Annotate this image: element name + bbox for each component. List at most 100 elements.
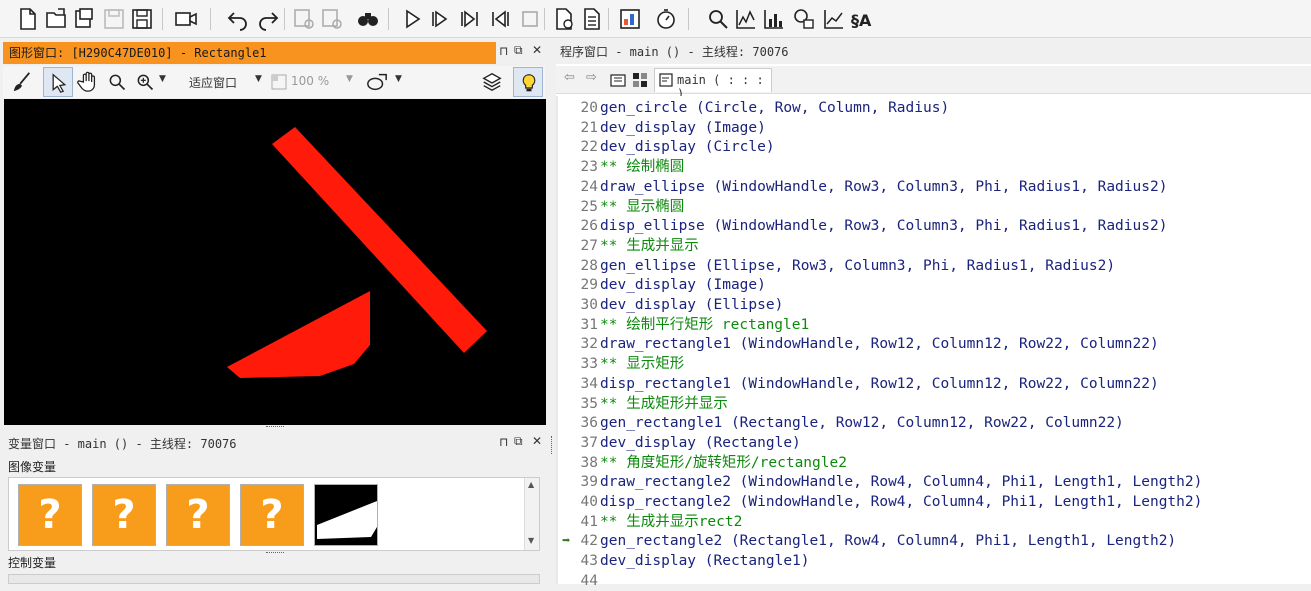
code-line[interactable]: 33 ** 显示矩形 xyxy=(556,354,1311,374)
close-icon[interactable]: ✕ xyxy=(532,434,542,448)
code-line[interactable]: 22 dev_display (Circle) xyxy=(556,137,1311,157)
code-comment: ** 角度矩形/旋转矩形/rectangle2 xyxy=(600,454,847,471)
splitter-handle[interactable] xyxy=(266,552,284,555)
search-icon[interactable] xyxy=(706,7,730,31)
vertical-splitter[interactable] xyxy=(548,40,556,584)
program-window: 程序窗口 - main () - 主线程: 70076 ⇦ ⇨ main ( :… xyxy=(556,40,1311,589)
save-icon[interactable] xyxy=(130,7,154,31)
back-arrow-icon[interactable]: ⇦ xyxy=(564,70,575,85)
histogram-icon[interactable] xyxy=(734,7,758,31)
unknown-image-icon: ? xyxy=(112,492,136,538)
line-number: 32 xyxy=(580,336,598,353)
code-line[interactable]: 28 gen_ellipse (Ellipse, Row3, Column3, P… xyxy=(556,256,1311,276)
code-statement: draw_ellipse (WindowHandle, Row3, Column… xyxy=(600,178,1168,195)
list-icon[interactable] xyxy=(580,7,604,31)
graphics-icon[interactable] xyxy=(618,7,642,31)
line-number: 39 xyxy=(580,474,598,491)
step-over-icon[interactable] xyxy=(458,7,482,31)
zoom-percent-field[interactable]: 100 % xyxy=(291,74,329,88)
open-program-icon[interactable] xyxy=(72,7,96,31)
float-icon[interactable]: ⧉ xyxy=(514,434,523,449)
image-vars-scrollbar[interactable]: ▲ ▼ xyxy=(524,478,539,550)
redo-icon[interactable] xyxy=(256,7,280,31)
code-line[interactable]: 31 ** 绘制平行矩形 rectangle1 xyxy=(556,315,1311,335)
code-line[interactable]: 26 disp_ellipse (WindowHandle, Row3, Colu… xyxy=(556,216,1311,236)
code-comment: ** 生成并显示rect2 xyxy=(600,513,743,530)
fit-window-button[interactable]: 适应窗口 xyxy=(189,74,237,91)
undo-icon[interactable] xyxy=(226,7,250,31)
text-icon[interactable]: §A xyxy=(850,7,874,31)
forward-arrow-icon[interactable]: ⇨ xyxy=(586,70,597,85)
code-line[interactable]: 44 xyxy=(556,571,1311,591)
code-line[interactable]: 21 dev_display (Image) xyxy=(556,118,1311,138)
code-statement: dev_display (Image) xyxy=(600,277,766,294)
record-icon[interactable] xyxy=(174,7,198,31)
bar-chart-icon[interactable] xyxy=(762,7,786,31)
code-line[interactable]: 24 draw_ellipse (WindowHandle, Row3, Colu… xyxy=(556,177,1311,197)
code-line[interactable]: 34 disp_rectangle1 (WindowHandle, Row12, … xyxy=(556,374,1311,394)
splitter-handle[interactable] xyxy=(266,426,284,429)
hand-pan-icon[interactable] xyxy=(77,70,99,94)
code-line[interactable]: 37 dev_display (Rectangle) xyxy=(556,433,1311,453)
code-line[interactable]: 25 ** 显示椭圆 xyxy=(556,197,1311,217)
pin-icon[interactable]: ⊓ xyxy=(499,44,508,58)
run-icon[interactable] xyxy=(400,7,424,31)
graphics-toolbar: ▼ 适应窗口 ▼ 100 % ▼ ▼ xyxy=(3,66,545,98)
timer-icon[interactable] xyxy=(654,7,678,31)
lightbulb-button[interactable] xyxy=(513,67,543,97)
image-var-thumb[interactable]: ? xyxy=(92,484,156,546)
image-var-thumb[interactable]: ? xyxy=(166,484,230,546)
insert-icon[interactable] xyxy=(552,7,576,31)
image-var-thumb[interactable]: ? xyxy=(18,484,82,546)
line-number: 42 xyxy=(580,533,598,550)
code-editor[interactable]: 20 gen_circle (Circle, Row, Column, Radiu… xyxy=(556,96,1311,589)
close-icon[interactable]: ✕ xyxy=(532,43,542,57)
graphics-canvas[interactable] xyxy=(4,99,546,425)
layers-icon[interactable] xyxy=(481,70,503,94)
features-icon[interactable] xyxy=(792,7,816,31)
code-line[interactable]: 27 ** 生成并显示 xyxy=(556,236,1311,256)
clear-brush-icon[interactable] xyxy=(11,71,33,93)
draw-shape-dropdown-icon[interactable]: ▼ xyxy=(395,74,402,84)
float-icon[interactable]: ⧉ xyxy=(514,43,523,58)
code-line[interactable]: 35 ** 生成矩形并显示 xyxy=(556,394,1311,414)
procedure-icon xyxy=(659,73,673,87)
code-line[interactable]: 36 gen_rectangle1 (Rectangle, Row12, Colu… xyxy=(556,413,1311,433)
fit-window-dropdown-icon[interactable]: ▼ xyxy=(255,74,262,84)
procedure-grid-icon[interactable] xyxy=(632,72,648,88)
image-var-thumb-region[interactable] xyxy=(314,484,378,546)
step-icon[interactable] xyxy=(428,7,452,31)
image-var-thumb[interactable]: ? xyxy=(240,484,304,546)
scroll-down-icon[interactable]: ▼ xyxy=(528,536,534,545)
program-toolbar: ⇦ ⇨ main ( : : : ) xyxy=(556,66,1311,101)
code-statement: gen_rectangle2 (Rectangle1, Row4, Column… xyxy=(600,533,1177,550)
code-line[interactable]: ➡ 42 gen_rectangle2 (Rectangle1, Row4, Col… xyxy=(556,531,1311,551)
line-chart-icon[interactable] xyxy=(822,7,846,31)
zoom-dropdown-arrow-icon[interactable]: ▼ xyxy=(159,74,166,84)
code-line[interactable]: 41 ** 生成并显示rect2 xyxy=(556,512,1311,532)
draw-shape-icon[interactable] xyxy=(365,71,389,93)
code-line[interactable]: 20 gen_circle (Circle, Row, Column, Radiu… xyxy=(556,98,1311,118)
step-back-icon[interactable] xyxy=(488,7,512,31)
code-line[interactable]: 39 draw_rectangle2 (WindowHandle, Row4, C… xyxy=(556,472,1311,492)
code-line[interactable]: 32 draw_rectangle1 (WindowHandle, Row12, … xyxy=(556,334,1311,354)
select-tool-button[interactable] xyxy=(43,67,73,97)
new-file-icon[interactable] xyxy=(16,7,40,31)
pin-icon[interactable]: ⊓ xyxy=(499,435,508,449)
open-file-icon[interactable] xyxy=(44,7,68,31)
zoom-in-icon[interactable] xyxy=(135,72,155,92)
code-line[interactable]: 23 ** 绘制椭圆 xyxy=(556,157,1311,177)
graphics-window-title: 图形窗口: [H290C47DE010] - Rectangle1 xyxy=(3,42,496,64)
procedure-list-icon[interactable] xyxy=(610,72,626,88)
code-line[interactable]: 30 dev_display (Ellipse) xyxy=(556,295,1311,315)
code-line[interactable]: 43 dev_display (Rectangle1) xyxy=(556,551,1311,571)
code-line[interactable]: 38 ** 角度矩形/旋转矩形/rectangle2 xyxy=(556,453,1311,473)
zoom-icon[interactable] xyxy=(107,72,127,92)
find-binoculars-icon[interactable] xyxy=(356,7,380,31)
program-window-title: 程序窗口 - main () - 主线程: 70076 xyxy=(556,40,1311,64)
code-line[interactable]: 40 disp_rectangle2 (WindowHandle, Row4, C… xyxy=(556,492,1311,512)
code-line[interactable]: 29 dev_display (Image) xyxy=(556,275,1311,295)
scroll-up-icon[interactable]: ▲ xyxy=(528,480,534,489)
procedure-tab-main[interactable]: main ( : : : ) xyxy=(654,68,772,101)
zoom-percent-dropdown-icon[interactable]: ▼ xyxy=(346,74,353,84)
